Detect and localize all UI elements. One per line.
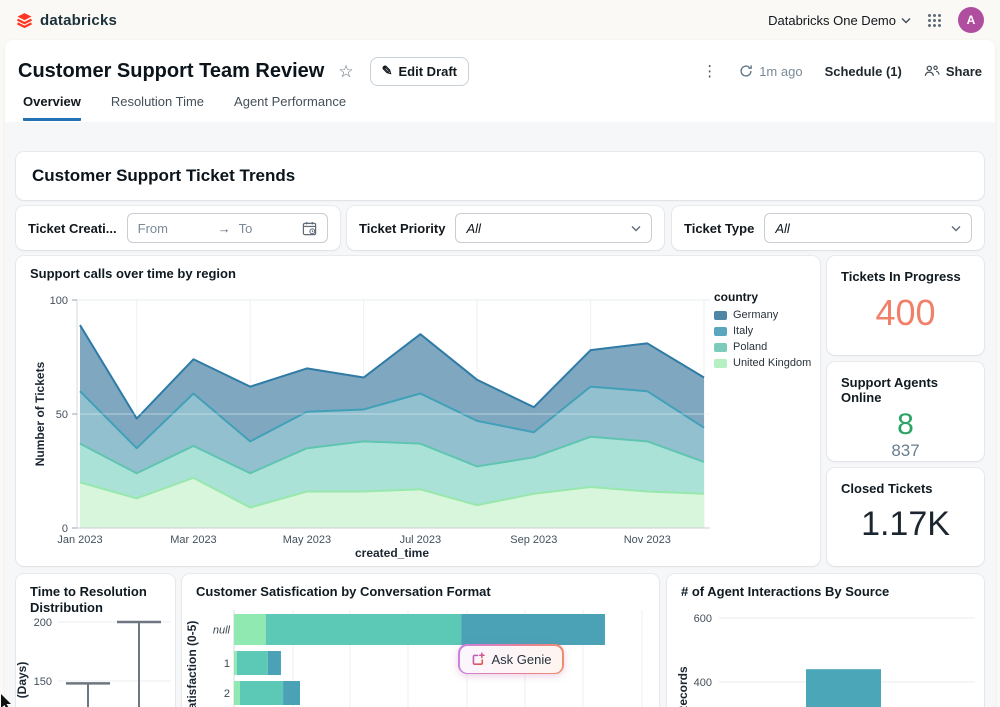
pencil-icon: ✎ [382, 63, 393, 79]
date-range-input[interactable]: From → To [127, 213, 328, 243]
support-calls-area-chart[interactable]: 050100Jan 2023Mar 2023May 2023Jul 2023Se… [24, 284, 714, 565]
priority-select[interactable]: All [455, 213, 652, 243]
counter-support-agents-online: Support Agents Online 8 837 [827, 362, 984, 461]
type-value: All [775, 221, 789, 236]
chart-title: Time to Resolution Distribution [30, 584, 175, 617]
schedule-button[interactable]: Schedule (1) [825, 64, 902, 79]
counter-title: Closed Tickets [827, 468, 984, 496]
legend-item[interactable]: United Kingdom [714, 357, 816, 369]
legend-item[interactable]: Germany [714, 309, 816, 321]
filter-type-card: Ticket Type All [672, 206, 984, 250]
svg-text:Number of Tickets: Number of Tickets [33, 361, 47, 466]
section-title: Customer Support Ticket Trends [16, 152, 984, 200]
chart-title: Customer Satisfication by Conversation F… [196, 584, 501, 600]
agent-interactions-bar-chart[interactable]: 600 400 Number of Records [667, 604, 984, 707]
svg-text:Nov 2023: Nov 2023 [624, 534, 671, 546]
svg-text:(Days): (Days) [16, 662, 29, 699]
satisfaction-chart-card: Customer Satisfication by Conversation F… [182, 574, 659, 707]
genie-icon [471, 652, 486, 667]
refresh-button[interactable]: 1m ago [739, 64, 802, 79]
agent-interactions-chart-card: # of Agent Interactions By Source 600 400… [667, 574, 984, 707]
ask-genie-button[interactable]: Ask Genie [458, 644, 564, 674]
resolution-time-boxplot[interactable]: 200 150 (Days) [16, 614, 175, 707]
dashboard-window: Customer Support Team Review ☆ ✎ Edit Dr… [5, 40, 995, 707]
avatar[interactable]: A [958, 7, 984, 33]
filter-date-card: Ticket Creati... From → To [16, 206, 340, 250]
chevron-down-icon [901, 17, 911, 24]
counter-title: Tickets In Progress [827, 256, 984, 284]
counter-value: 8 [827, 410, 984, 440]
type-select[interactable]: All [764, 213, 972, 243]
page-title: Customer Support Team Review [18, 60, 324, 83]
calendar-icon [302, 221, 317, 236]
edit-draft-button[interactable]: ✎ Edit Draft [370, 57, 469, 86]
svg-text:100: 100 [50, 295, 68, 307]
priority-value: All [466, 221, 480, 236]
support-calls-chart-card: Support calls over time by region 050100… [16, 256, 820, 566]
databricks-dashboard-app: databricks Databricks One Demo A Custome… [0, 0, 1000, 707]
counter-value: 400 [827, 292, 984, 334]
svg-text:May 2023: May 2023 [283, 534, 331, 546]
mouse-cursor [0, 694, 14, 707]
tab-bar: Overview Resolution Time Agent Performan… [23, 94, 346, 121]
chart-legend: country Germany Italy Poland United Kingdom [714, 290, 816, 373]
date-to-placeholder: To [239, 221, 253, 236]
databricks-wordmark: databricks [40, 12, 117, 29]
svg-text:Number of Records: Number of Records [676, 666, 690, 707]
top-bar: databricks Databricks One Demo A [0, 0, 1000, 40]
svg-text:null: null [213, 625, 231, 637]
databricks-logo-icon [16, 12, 33, 29]
share-people-icon [924, 64, 940, 78]
filter-date-label: Ticket Creati... [28, 221, 117, 236]
svg-text:Sep 2023: Sep 2023 [510, 534, 557, 546]
chart-title: # of Agent Interactions By Source [681, 584, 899, 600]
filter-priority-card: Ticket Priority All [347, 206, 664, 250]
counter-title: Support Agents Online [827, 362, 984, 405]
dashboard-header: Customer Support Team Review ☆ ✎ Edit Dr… [18, 55, 982, 87]
legend-title: country [714, 290, 816, 304]
filter-priority-label: Ticket Priority [359, 221, 445, 236]
svg-text:400: 400 [694, 677, 712, 689]
section-title-card: Customer Support Ticket Trends [16, 152, 984, 200]
svg-text:created_time: created_time [355, 546, 429, 560]
legend-item[interactable]: Italy [714, 325, 816, 337]
chart-title: Support calls over time by region [30, 266, 246, 282]
counter-secondary-value: 837 [827, 441, 984, 461]
legend-item[interactable]: Poland [714, 341, 816, 353]
refresh-icon [739, 64, 753, 78]
workspace-switcher[interactable]: Databricks One Demo [768, 13, 911, 28]
date-arrow-icon: → [218, 221, 231, 236]
chevron-down-icon [951, 225, 961, 232]
favorite-star-icon[interactable]: ☆ [338, 63, 353, 80]
chevron-down-icon [631, 225, 641, 232]
refresh-ago-label: 1m ago [759, 64, 802, 79]
databricks-logo[interactable]: databricks [16, 12, 117, 29]
kebab-menu-icon[interactable]: ⋮ [702, 62, 717, 80]
tab-resolution-time[interactable]: Resolution Time [111, 94, 204, 121]
counter-closed-tickets: Closed Tickets 1.17K [827, 468, 984, 566]
svg-text:Mar 2023: Mar 2023 [170, 534, 216, 546]
svg-text:50: 50 [56, 409, 68, 421]
dashboard-canvas: Customer Support Ticket Trends Ticket Cr… [5, 122, 995, 707]
svg-text:2: 2 [224, 688, 230, 700]
counter-value: 1.17K [827, 505, 984, 544]
svg-text:Jul 2023: Jul 2023 [400, 534, 442, 546]
filter-type-label: Ticket Type [684, 221, 754, 236]
share-button[interactable]: Share [924, 64, 982, 79]
svg-text:Jan 2023: Jan 2023 [57, 534, 102, 546]
date-from-placeholder: From [138, 221, 168, 236]
satisfaction-bar-chart[interactable]: null 1 2 Satisfaction (0-5) [182, 604, 659, 707]
counter-tickets-in-progress: Tickets In Progress 400 [827, 256, 984, 355]
svg-text:200: 200 [34, 617, 52, 629]
app-switcher-grid-icon[interactable] [927, 13, 942, 28]
svg-text:1: 1 [224, 658, 230, 670]
svg-text:150: 150 [34, 676, 52, 688]
svg-text:600: 600 [694, 613, 712, 625]
svg-text:Satisfaction (0-5): Satisfaction (0-5) [185, 621, 199, 707]
tab-overview[interactable]: Overview [23, 94, 81, 121]
resolution-time-chart-card: Time to Resolution Distribution 200 150 (D… [16, 574, 175, 707]
tab-agent-performance[interactable]: Agent Performance [234, 94, 346, 121]
ask-genie-label: Ask Genie [492, 652, 552, 667]
